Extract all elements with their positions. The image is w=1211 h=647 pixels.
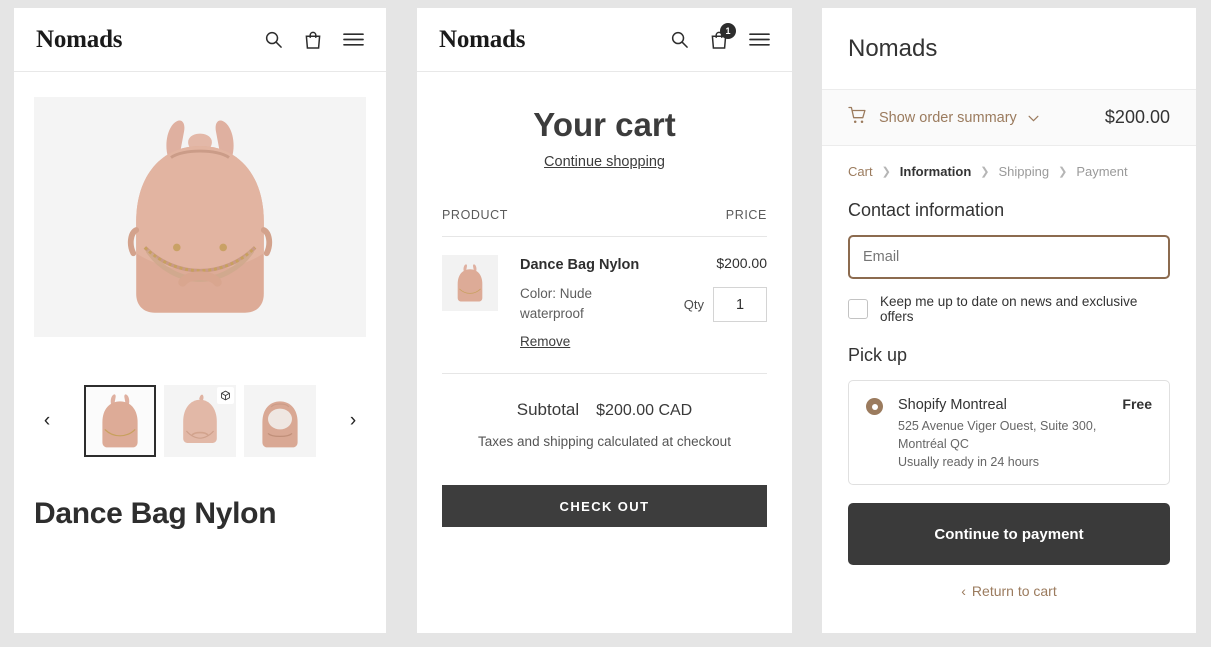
store-logo[interactable]: Nomads: [439, 26, 525, 54]
cart-page-panel: Nomads 1: [417, 8, 792, 633]
tax-shipping-note: Taxes and shipping calculated at checkou…: [442, 434, 767, 449]
checkout-body: Cart ❯ Information ❯ Shipping ❯ Payment …: [822, 164, 1196, 599]
return-to-cart-label: Return to cart: [972, 583, 1057, 599]
cart-body: Your cart Continue shopping PRODUCT PRIC…: [417, 106, 792, 527]
header-icon-group: [264, 30, 364, 50]
pickup-header-row: Shopify Montreal Free: [898, 396, 1152, 413]
pickup-price: Free: [1122, 396, 1152, 412]
store-logo[interactable]: Nomads: [36, 26, 122, 54]
shopping-bag-icon[interactable]: 1: [710, 30, 728, 50]
pickup-location-option[interactable]: Shopify Montreal Free 525 Avenue Viger O…: [848, 380, 1170, 485]
continue-to-payment-button[interactable]: Continue to payment: [848, 503, 1170, 565]
quantity-input[interactable]: 1: [713, 287, 767, 322]
line-item-pricing: $200.00 Qty 1: [643, 255, 767, 351]
breadcrumb: Cart ❯ Information ❯ Shipping ❯ Payment: [848, 164, 1170, 179]
order-total: $200.00: [1105, 107, 1170, 128]
subtotal-value: $200.00 CAD: [596, 402, 692, 420]
screenshot-stage: Nomads: [0, 0, 1211, 647]
quantity-stepper: Qty 1: [684, 287, 767, 322]
pickup-radio-selected-icon[interactable]: [866, 398, 883, 415]
quantity-label: Qty: [684, 297, 704, 312]
search-icon[interactable]: [670, 30, 689, 49]
page-title: Dance Bag Nylon: [34, 497, 366, 531]
line-item-info: Dance Bag Nylon Color: Nude waterproof R…: [520, 255, 643, 351]
shopping-cart-icon: [848, 106, 868, 130]
product-hero-image[interactable]: [34, 97, 366, 337]
product-page-panel: Nomads: [14, 8, 386, 633]
email-field[interactable]: [848, 235, 1170, 279]
subtotal-row: Subtotal $200.00 CAD: [442, 400, 767, 420]
checkout-store-name: Nomads: [848, 35, 937, 63]
column-header-product: PRODUCT: [442, 208, 508, 222]
thumbnail-item-2[interactable]: [164, 385, 236, 457]
breadcrumb-separator-icon: ❯: [1058, 165, 1067, 178]
carousel-next-icon[interactable]: ›: [340, 408, 366, 434]
checkout-page-panel: Nomads Show order summary $20: [822, 8, 1196, 633]
show-order-summary-toggle[interactable]: Show order summary $200.00: [822, 90, 1196, 146]
newsletter-opt-in-row: Keep me up to date on news and exclusive…: [848, 294, 1170, 324]
breadcrumb-item-information: Information: [900, 164, 972, 179]
3d-model-icon[interactable]: [217, 387, 234, 404]
pick-up-title: Pick up: [848, 345, 1170, 366]
newsletter-checkbox[interactable]: [848, 299, 868, 319]
thumbnail-carousel: ‹: [34, 385, 366, 457]
pickup-location-name: Shopify Montreal: [898, 397, 1007, 413]
order-summary-left: Show order summary: [848, 106, 1039, 130]
carousel-prev-icon[interactable]: ‹: [34, 408, 60, 434]
newsletter-label: Keep me up to date on news and exclusive…: [880, 294, 1170, 324]
chevron-down-icon: [1028, 109, 1039, 127]
backpack-thumb-interior-icon: [256, 391, 304, 451]
cart-table-header: PRODUCT PRICE: [442, 208, 767, 237]
chevron-left-icon: ‹: [961, 583, 966, 599]
thumbnail-item-1[interactable]: [84, 385, 156, 457]
hamburger-menu-icon[interactable]: [343, 32, 364, 47]
breadcrumb-separator-icon: ❯: [882, 165, 891, 178]
hamburger-menu-icon[interactable]: [749, 32, 770, 47]
backpack-thumb-icon: [453, 262, 487, 304]
checkout-header: Nomads: [822, 8, 1196, 90]
thumbnail-item-3[interactable]: [244, 385, 316, 457]
header-icon-group: 1: [670, 30, 770, 50]
pickup-address: 525 Avenue Viger Ouest, Suite 300, Montr…: [898, 417, 1108, 453]
cart-line-item: Dance Bag Nylon Color: Nude waterproof R…: [442, 237, 767, 374]
pickup-ready-time: Usually ready in 24 hours: [898, 455, 1152, 469]
storefront-header: Nomads: [14, 8, 386, 72]
backpack-thumb-front-icon: [96, 391, 144, 451]
shopping-bag-icon[interactable]: [304, 30, 322, 50]
breadcrumb-item-cart[interactable]: Cart: [848, 164, 873, 179]
remove-item-link[interactable]: Remove: [520, 334, 570, 349]
search-icon[interactable]: [264, 30, 283, 49]
breadcrumb-item-payment: Payment: [1076, 164, 1127, 179]
cart-storefront-header: Nomads 1: [417, 8, 792, 72]
line-item-variant: Color: Nude waterproof: [520, 284, 630, 323]
breadcrumb-separator-icon: ❯: [980, 165, 989, 178]
cart-heading: Your cart: [442, 106, 767, 144]
contact-information-title: Contact information: [848, 200, 1170, 221]
order-summary-label: Show order summary: [879, 110, 1017, 126]
breadcrumb-item-shipping: Shipping: [999, 164, 1050, 179]
product-body: ‹: [14, 97, 386, 531]
backpack-illustration: [113, 108, 287, 326]
line-item-price: $200.00: [716, 255, 767, 271]
cart-count-badge: 1: [720, 23, 736, 39]
pickup-details: Shopify Montreal Free 525 Avenue Viger O…: [898, 396, 1152, 469]
thumbnail-list: [84, 385, 316, 457]
subtotal-label: Subtotal: [517, 400, 579, 420]
return-to-cart-link[interactable]: ‹ Return to cart: [848, 583, 1170, 599]
check-out-button[interactable]: CHECK OUT: [442, 485, 767, 527]
continue-shopping-link[interactable]: Continue shopping: [442, 154, 767, 170]
column-header-price: PRICE: [726, 208, 767, 222]
line-item-name[interactable]: Dance Bag Nylon: [520, 255, 640, 275]
line-item-thumbnail[interactable]: [442, 255, 498, 311]
